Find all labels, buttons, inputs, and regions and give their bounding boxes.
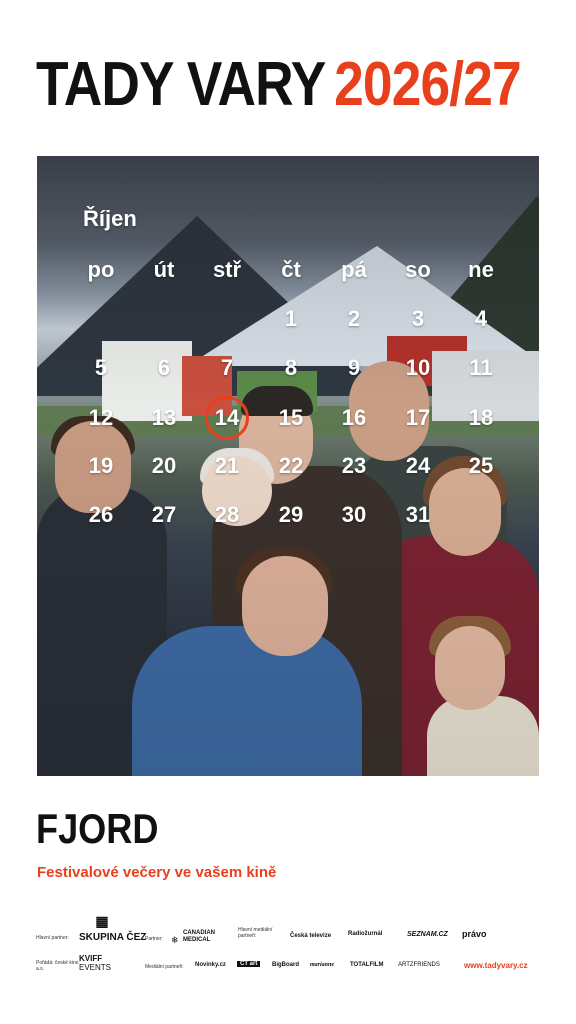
day-cell: 12 (88, 405, 114, 430)
day-cell: 18 (468, 405, 494, 430)
day-cell: 14 (214, 405, 240, 430)
website-link[interactable]: www.tadyvary.cz (464, 961, 528, 970)
day-cell: 1 (284, 306, 298, 331)
day-cell: 11 (469, 355, 493, 380)
media-logo-5: ARTZFRIENDS (398, 962, 440, 968)
day-cell: 10 (405, 355, 431, 380)
day-cell: 17 (405, 405, 431, 430)
media-main-logo-2: SEZNAM.CZ (407, 931, 448, 938)
weekday-label: pá (341, 257, 367, 282)
organizer-logo-line1: KVIFF (79, 954, 103, 963)
month-name: Říjen (83, 206, 137, 231)
weekday-label: po (87, 257, 115, 282)
day-cell: 28 (214, 502, 240, 527)
media-logo-3: marianne (310, 962, 335, 968)
main-partner-logo: SKUPINA ČEZ (79, 932, 147, 943)
day-cell: 3 (411, 306, 425, 331)
weekday-label: so (405, 257, 431, 282)
media-logo-1: ČT art (237, 961, 261, 967)
day-cell: 21 (214, 453, 240, 478)
day-cell: 31 (405, 502, 431, 527)
day-cell: 2 (347, 306, 361, 331)
day-cell: 26 (88, 502, 114, 527)
header: TADY VARY 2026/27 (0, 40, 576, 140)
media-partners-label: Mediální partneři: (145, 964, 184, 970)
day-cell: 27 (151, 502, 177, 527)
media-logo-2: BigBoard (272, 962, 299, 968)
title-year: 2026/27 (334, 50, 522, 119)
day-cell: 4 (474, 306, 488, 331)
day-cell: 9 (347, 355, 361, 380)
tagline: Festivalové večery ve vašem kině (37, 864, 277, 881)
day-cell: 25 (468, 453, 494, 478)
media-main-logo-0: Česká televize (290, 933, 332, 939)
partner-logo-line1: CANADIAN (183, 930, 215, 936)
main-partner-label: Hlavní partner: (36, 935, 69, 941)
media-logo-4: TOTALFILM (350, 962, 384, 968)
day-cell: 13 (151, 405, 177, 430)
partner-logos: Hlavní partner: ▦ SKUPINA ČEZ Partner: ❄… (0, 905, 576, 985)
day-cell: 16 (341, 405, 367, 430)
day-cell: 6 (157, 355, 171, 380)
day-cell: 29 (278, 502, 304, 527)
media-main-logo-1: Radiožurnál (348, 931, 383, 937)
cez-logo-icon: ▦ (95, 913, 109, 929)
organizer-logo-line2: EVENTS (79, 963, 112, 972)
weekday-label: út (153, 257, 175, 282)
day-cell: 30 (341, 502, 367, 527)
calendar-month: Říjen po út stř čt pá so ne 1 2 3 4 5 6 7 8 9 10 11 12 13 1… (37, 156, 539, 776)
organizer-label: Pořádá: české kino a.s. (36, 960, 79, 972)
film-title: FJORD (36, 805, 159, 852)
day-cell: 20 (151, 453, 177, 478)
poster-title: TADY VARY 2026/27 (36, 54, 522, 116)
day-cell: 23 (341, 453, 367, 478)
weekday-label: čt (281, 257, 301, 282)
media-main-logo-3: právo (462, 929, 487, 939)
weekday-label: stř (212, 257, 242, 282)
partner-logo-line2: MEDICAL (183, 937, 211, 943)
title-main: TADY VARY (36, 50, 326, 119)
day-cell: 8 (284, 355, 298, 380)
main-media-label: Hlavní mediální partneři: (238, 927, 273, 939)
day-cell: 22 (278, 453, 304, 478)
day-cell: 19 (88, 453, 114, 478)
day-cell: 5 (94, 355, 108, 380)
day-cell: 15 (278, 405, 304, 430)
film-still-photo: Říjen po út stř čt pá so ne 1 2 3 4 5 6 7 8 9 10 11 12 13 1… (37, 156, 539, 776)
day-cell: 7 (220, 355, 234, 380)
weekday-label: ne (468, 257, 494, 282)
maple-leaf-icon: ❄ (171, 935, 179, 945)
day-cell: 24 (405, 453, 431, 478)
media-logo-0: Novinky.cz (195, 962, 226, 968)
